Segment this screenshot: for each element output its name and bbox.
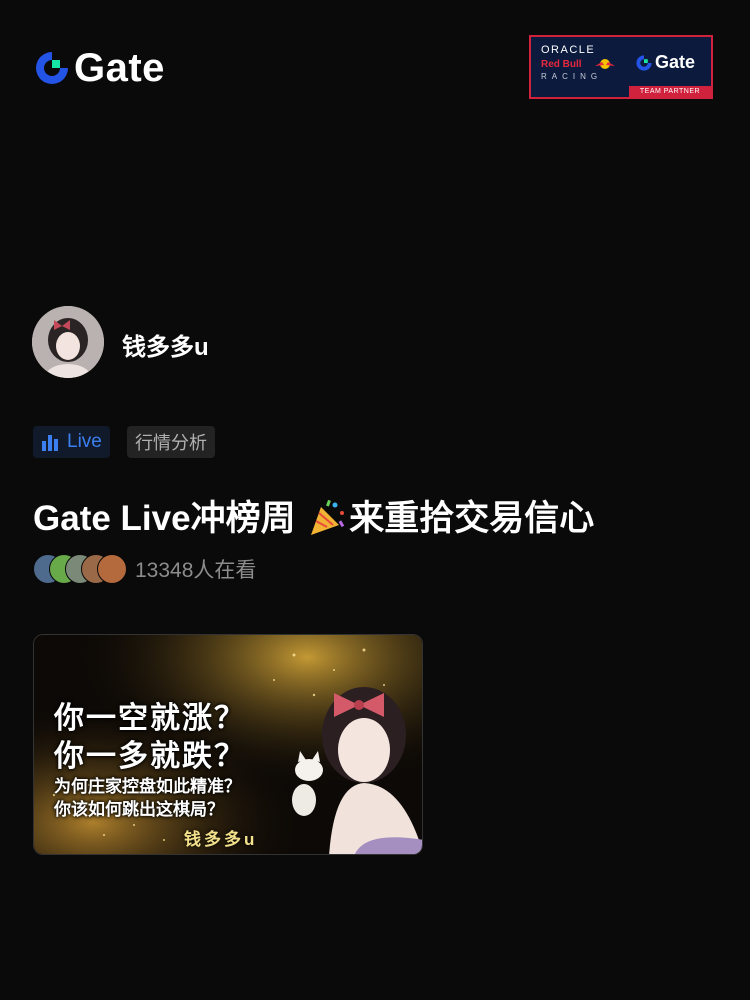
- gate-logo-icon: [36, 52, 68, 84]
- team-partner-label: TEAM PARTNER: [629, 86, 711, 97]
- bar-chart-icon: [42, 435, 58, 451]
- racing-text: RACING: [541, 72, 603, 81]
- partner-gate-text: Gate: [655, 52, 696, 72]
- live-badge: Live: [33, 426, 110, 458]
- category-tag[interactable]: 行情分析: [127, 426, 215, 458]
- gate-logo-text: Gate: [74, 46, 165, 90]
- oracle-text: ORACLE: [541, 44, 596, 56]
- streamer-avatar[interactable]: [32, 306, 104, 378]
- stream-title-part1: Gate Live冲榜周: [33, 499, 306, 538]
- party-popper-icon: [311, 499, 345, 535]
- thumbnail-line-2: 你一多就跌？: [54, 740, 246, 773]
- stream-title: Gate Live冲榜周 来重拾交易信心: [33, 490, 594, 541]
- redbull-text: Red Bull: [541, 59, 582, 70]
- streamer-name[interactable]: 钱多多u: [122, 327, 209, 362]
- gate-logo[interactable]: Gate: [33, 48, 165, 88]
- viewer-avatar: [97, 554, 127, 584]
- redbull-icon: [595, 59, 615, 69]
- viewer-avatar-stack: [33, 552, 129, 586]
- live-label: Live: [67, 431, 102, 452]
- partner-gate-logo: Gate: [635, 52, 695, 73]
- thumbnail-line-3: 为何庄家控盘如此精准？: [54, 777, 241, 796]
- viewer-count: 13348人在看: [135, 559, 257, 582]
- thumbnail-signature: 钱多多u: [184, 830, 258, 849]
- partner-badge: ORACLE Red Bull RACING Gate TEAM PARTNER: [529, 35, 713, 99]
- anime-girl-avatar-icon: [32, 306, 104, 378]
- stream-title-part2: 来重拾交易信心: [349, 499, 595, 538]
- gate-small-icon: [636, 54, 652, 71]
- viewer-row: 13348人在看: [33, 552, 256, 586]
- thumbnail-line-4: 你该如何跳出这棋局？: [54, 800, 224, 819]
- stream-thumbnail[interactable]: 你一空就涨？ 你一多就跌？ 为何庄家控盘如此精准？ 你该如何跳出这棋局？ 钱多多…: [33, 634, 423, 855]
